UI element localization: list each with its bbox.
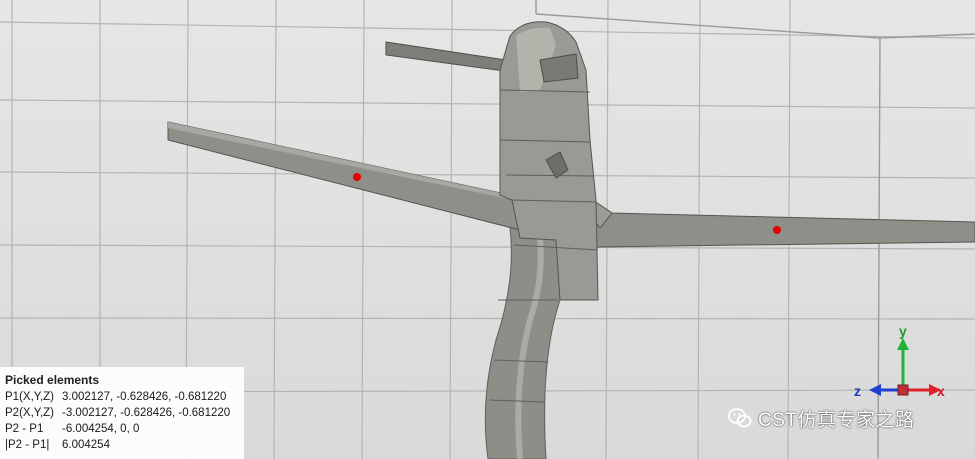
picked-row-value: 3.002127, -0.628426, -0.681220 — [62, 391, 227, 403]
picked-elements-title: Picked elements — [5, 373, 100, 387]
picked-row-value: 6.004254 — [62, 439, 110, 451]
3d-viewport[interactable]: Picked elements P1(X,Y,Z) 3.002127, -0.6… — [0, 0, 975, 459]
y-axis-label: y — [899, 323, 907, 339]
picked-point-p2[interactable] — [773, 226, 781, 234]
watermark-text: CST仿真专家之路 — [758, 409, 915, 431]
horizontal-fin — [385, 41, 513, 73]
picked-elements-panel: Picked elements P1(X,Y,Z) 3.002127, -0.6… — [0, 367, 244, 459]
z-axis-label: z — [854, 383, 861, 399]
picked-row-label: P2 - P1 — [5, 423, 44, 435]
wechat-icon — [728, 408, 752, 428]
picked-row-value: -3.002127, -0.628426, -0.681220 — [62, 407, 231, 419]
picked-row-label: P2(X,Y,Z) — [5, 407, 54, 419]
picked-row-label: |P2 - P1| — [5, 439, 50, 451]
axis-triad[interactable]: y x z — [845, 318, 945, 403]
picked-point-p1[interactable] — [353, 173, 361, 181]
picked-row-value: -6.004254, 0, 0 — [62, 423, 140, 435]
x-axis-label: x — [937, 383, 945, 399]
watermark: CST仿真专家之路 — [728, 402, 915, 434]
right-wing — [559, 204, 975, 248]
picked-row-label: P1(X,Y,Z) — [5, 391, 54, 403]
